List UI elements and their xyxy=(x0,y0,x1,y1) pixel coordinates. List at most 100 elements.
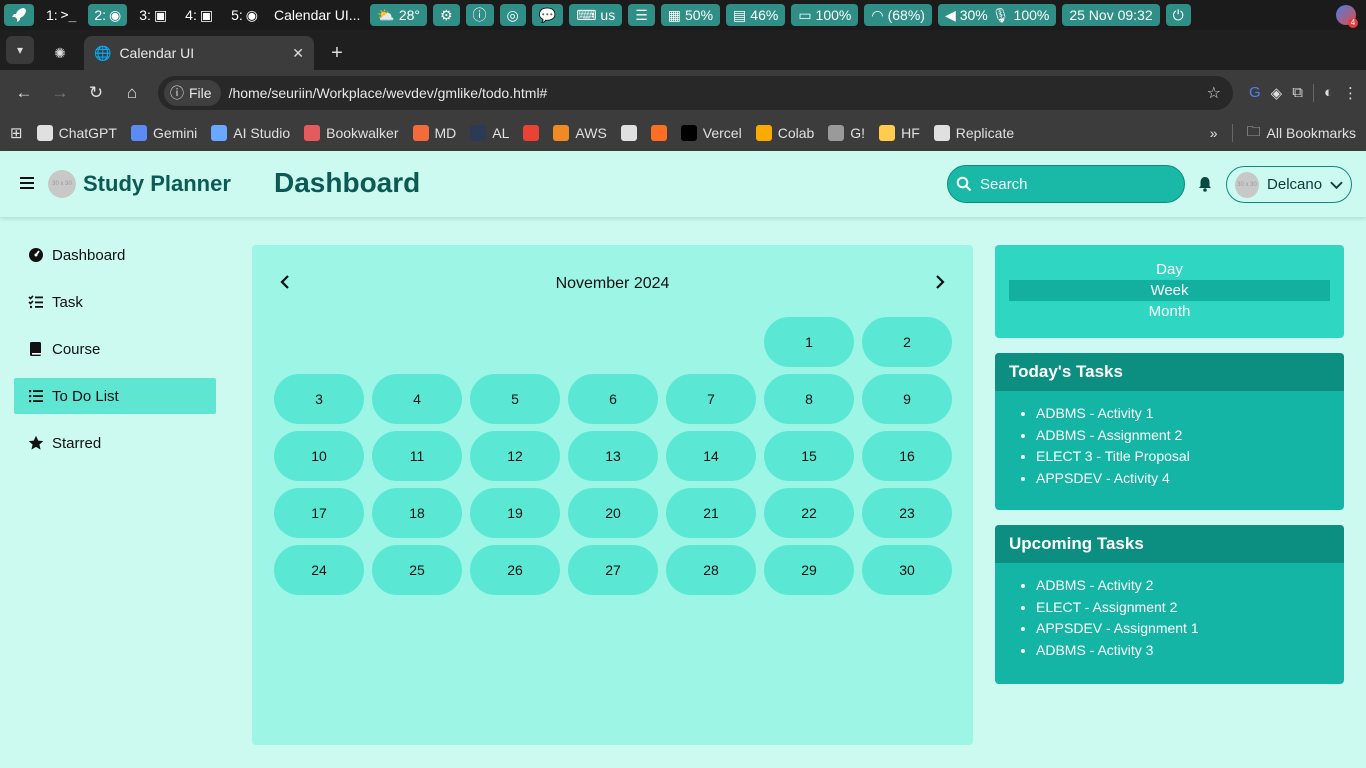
pinned-tab[interactable]: ✺ xyxy=(42,36,78,70)
tasks-button[interactable]: ☰ xyxy=(628,4,655,26)
calendar-day[interactable]: 12 xyxy=(470,431,560,481)
search-box[interactable] xyxy=(947,165,1185,203)
hamburger-menu-icon[interactable] xyxy=(20,176,34,190)
settings-button[interactable]: ⚙ xyxy=(432,4,460,26)
list-item[interactable]: APPSDEV - Assignment 1 xyxy=(1036,618,1344,640)
calendar-day[interactable]: 6 xyxy=(568,374,658,424)
forward-button[interactable]: → xyxy=(44,77,76,109)
calendar-day[interactable]: 23 xyxy=(862,488,952,538)
calendar-day[interactable]: 20 xyxy=(568,488,658,538)
calendar-day[interactable]: 18 xyxy=(372,488,462,538)
bookmark-item[interactable]: Colab xyxy=(755,125,814,141)
list-item[interactable]: ADBMS - Activity 1 xyxy=(1036,403,1344,425)
calendar-day[interactable]: 14 xyxy=(666,431,756,481)
workspace-3[interactable]: 3: ▣ xyxy=(133,4,173,26)
calendar-day[interactable]: 19 xyxy=(470,488,560,538)
bookmark-item[interactable]: AL xyxy=(470,125,509,141)
battery-indicator[interactable]: ▭ 100% xyxy=(791,4,859,26)
puzzle-icon[interactable]: ⧉ xyxy=(1292,84,1303,101)
calendar-day[interactable]: 10 xyxy=(274,431,364,481)
bookmark-item[interactable]: Vercel xyxy=(680,125,742,141)
calendar-day[interactable]: 22 xyxy=(764,488,854,538)
bell-icon[interactable] xyxy=(1198,176,1212,192)
calendar-day[interactable]: 21 xyxy=(666,488,756,538)
calendar-day[interactable]: 30 xyxy=(862,545,952,595)
bookmark-item[interactable]: G! xyxy=(828,125,865,141)
user-menu-button[interactable]: 30 x 30 Delcano xyxy=(1226,166,1352,203)
bookmark-item[interactable]: Gemini xyxy=(130,125,197,141)
calendar-day[interactable]: 24 xyxy=(274,545,364,595)
list-item[interactable]: ADBMS - Assignment 2 xyxy=(1036,425,1344,447)
power-button[interactable]: ⏻ xyxy=(1165,4,1191,26)
keyboard-layout[interactable]: ⌨ us xyxy=(569,4,623,26)
bookmark-item[interactable] xyxy=(650,125,667,141)
calendar-day[interactable]: 17 xyxy=(274,488,364,538)
workspace-5[interactable]: 5: ◉ xyxy=(225,4,264,26)
workspace-1[interactable]: 1: >_ xyxy=(40,4,82,26)
search-input[interactable] xyxy=(980,175,1160,193)
reload-button[interactable]: ↻ xyxy=(80,77,112,109)
more-vert-icon[interactable]: ⋮ xyxy=(1343,84,1358,102)
calendar-day[interactable]: 29 xyxy=(764,545,854,595)
calendar-day[interactable]: 28 xyxy=(666,545,756,595)
calendar-day[interactable]: 16 xyxy=(862,431,952,481)
memory-indicator[interactable]: ▤ 46% xyxy=(726,4,786,26)
weather-widget[interactable]: ⛅ 28° xyxy=(370,4,427,26)
bookmark-item[interactable]: Bookwalker xyxy=(304,125,399,141)
list-item[interactable]: APPSDEV - Activity 4 xyxy=(1036,468,1344,490)
home-button[interactable]: ⌂ xyxy=(116,77,148,109)
eye-button[interactable]: ◎ xyxy=(499,4,526,26)
apps-grid-icon[interactable]: ⊞ xyxy=(10,124,23,142)
view-option-month[interactable]: Month xyxy=(1009,301,1330,322)
workspace-2[interactable]: 2: ◉ xyxy=(88,4,128,26)
new-tab-button[interactable]: + xyxy=(320,36,354,70)
close-icon[interactable]: ✕ xyxy=(292,45,304,62)
omnibox[interactable]: ⓘ File /home/seuriin/Workplace/wevdev/gm… xyxy=(158,75,1233,110)
calendar-day[interactable]: 25 xyxy=(372,545,462,595)
bookmark-item[interactable] xyxy=(620,125,637,141)
bookmark-item[interactable]: ChatGPT xyxy=(36,125,117,141)
sidebar-item-to-do-list[interactable]: To Do List xyxy=(14,378,216,414)
audio-indicator[interactable]: ◀ 30% 🎙 100% xyxy=(937,4,1057,26)
workspace-4[interactable]: 4: ▣ xyxy=(179,4,219,26)
sidebar-item-course[interactable]: Course xyxy=(14,331,216,367)
list-item[interactable]: ELECT - Assignment 2 xyxy=(1036,597,1344,619)
clock[interactable]: 25 Nov 09:32 xyxy=(1062,4,1160,26)
bookmark-item[interactable]: AWS xyxy=(553,125,607,141)
url-text[interactable]: /home/seuriin/Workplace/wevdev/gmlike/to… xyxy=(229,85,1193,101)
next-month-button[interactable] xyxy=(929,271,951,293)
bookmark-item[interactable] xyxy=(523,125,540,141)
back-button[interactable]: ← xyxy=(8,77,40,109)
view-option-week[interactable]: Week xyxy=(1009,280,1330,301)
wifi-indicator[interactable]: ◠ (68%) xyxy=(864,4,932,26)
sidebar-item-dashboard[interactable]: Dashboard xyxy=(14,237,216,273)
cpu-indicator[interactable]: ▦ 50% xyxy=(660,4,721,26)
calendar-day[interactable]: 26 xyxy=(470,545,560,595)
launcher-button[interactable] xyxy=(4,4,34,26)
bookmark-item[interactable]: AI Studio xyxy=(211,125,290,141)
profile-avatar[interactable] xyxy=(1336,5,1358,28)
calendar-day[interactable]: 3 xyxy=(274,374,364,424)
calendar-day[interactable]: 8 xyxy=(764,374,854,424)
calendar-day[interactable]: 5 xyxy=(470,374,560,424)
sidebar-item-task[interactable]: Task xyxy=(14,284,216,320)
list-item[interactable]: ADBMS - Activity 2 xyxy=(1036,575,1344,597)
tab-search-button[interactable]: ▾ xyxy=(6,36,34,64)
site-info-chip[interactable]: ⓘ File xyxy=(164,79,221,106)
all-bookmarks-button[interactable]: 🗀 All Bookmarks xyxy=(1247,121,1356,145)
sidebar-item-starred[interactable]: Starred xyxy=(14,425,216,461)
extension-icon[interactable]: ◈ xyxy=(1271,84,1283,102)
calendar-day[interactable]: 11 xyxy=(372,431,462,481)
bookmark-item[interactable]: HF xyxy=(879,125,920,141)
calendar-day[interactable]: 15 xyxy=(764,431,854,481)
calendar-day[interactable]: 7 xyxy=(666,374,756,424)
profile-icon[interactable]: ◐ xyxy=(1324,84,1333,101)
list-item[interactable]: ELECT 3 - Title Proposal xyxy=(1036,446,1344,468)
bookmark-item[interactable]: Replicate xyxy=(933,125,1014,141)
tab-calendar-ui[interactable]: 🌐 Calendar UI ✕ xyxy=(84,36,314,70)
calendar-day[interactable]: 1 xyxy=(764,317,854,367)
calendar-day[interactable]: 9 xyxy=(862,374,952,424)
view-option-day[interactable]: Day xyxy=(1009,259,1330,280)
calendar-day[interactable]: 4 xyxy=(372,374,462,424)
list-item[interactable]: ADBMS - Activity 3 xyxy=(1036,640,1344,662)
